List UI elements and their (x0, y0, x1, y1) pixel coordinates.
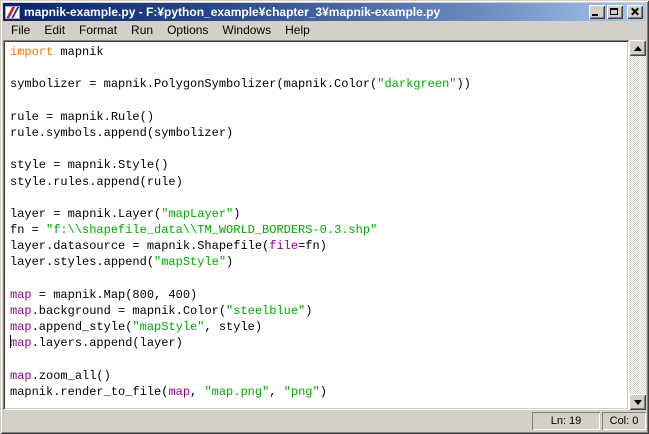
code-token-plain: ) (320, 385, 327, 399)
code-line (10, 141, 629, 157)
menu-item-options[interactable]: Options (160, 21, 215, 40)
code-token-builtin: map (10, 288, 32, 302)
menu-item-windows[interactable]: Windows (215, 21, 278, 40)
status-column-indicator: Col: 0 (602, 412, 646, 430)
code-token-keyword: import (10, 45, 53, 59)
menu-item-run[interactable]: Run (124, 21, 160, 40)
code-token-plain: ) (226, 255, 233, 269)
menu-item-format[interactable]: Format (72, 21, 124, 40)
code-token-plain: fn = (10, 223, 46, 237)
code-line: layer = mapnik.Layer("mapLayer") (10, 206, 629, 222)
code-token-plain: .layers.append(layer) (32, 336, 183, 350)
status-bar: Ln: 19 Col: 0 (3, 410, 646, 431)
code-token-string: "mapStyle" (132, 320, 204, 334)
code-token-plain: .background = mapnik.Color( (32, 304, 226, 318)
code-token-plain: mapnik.render_to_file( (10, 385, 168, 399)
code-token-plain: layer.datasource = mapnik.Shapefile( (10, 239, 269, 253)
code-token-plain: , style) (204, 320, 262, 334)
code-token-builtin: map (10, 369, 32, 383)
code-token-builtin: map (168, 385, 190, 399)
code-line: symbolizer = mapnik.PolygonSymbolizer(ma… (10, 76, 629, 92)
code-token-plain: , (269, 385, 283, 399)
editor-window: mapnik-example.py - F:¥python_example¥ch… (0, 0, 649, 434)
code-token-string: "darkgreen" (377, 77, 456, 91)
code-line (10, 93, 629, 109)
code-line (10, 190, 629, 206)
code-token-plain: rule = mapnik.Rule() (10, 110, 154, 124)
code-token-string: "png" (284, 385, 320, 399)
code-token-builtin: file (269, 239, 298, 253)
code-token-string: "map.png" (204, 385, 269, 399)
code-line: rule = mapnik.Rule() (10, 109, 629, 125)
tk-logo-icon[interactable] (5, 6, 20, 19)
code-token-plain: style.rules.append(rule) (10, 175, 183, 189)
minimize-icon (592, 14, 598, 16)
code-line: import mapnik (10, 44, 629, 60)
code-token-string: "f:\\shapefile_data\\TM_WORLD_BORDERS-0.… (46, 223, 377, 237)
code-line (10, 271, 629, 287)
code-line: style.rules.append(rule) (10, 174, 629, 190)
menu-bar: File Edit Format Run Options Windows Hel… (3, 21, 646, 40)
code-token-plain: mapnik (53, 45, 103, 59)
code-token-plain: style = mapnik.Style() (10, 158, 168, 172)
code-line: map.layers.append(layer) (10, 335, 629, 351)
code-token-builtin: map (10, 336, 32, 350)
code-line: rule.symbols.append(symbolizer) (10, 125, 629, 141)
code-line: style = mapnik.Style() (10, 157, 629, 173)
maximize-icon (610, 8, 618, 15)
triangle-up-icon (634, 46, 642, 51)
scroll-track[interactable] (629, 56, 646, 394)
code-token-plain: = mapnik.Map(800, 400) (32, 288, 198, 302)
maximize-button[interactable] (607, 5, 623, 19)
code-line (10, 352, 629, 368)
status-line-indicator: Ln: 19 (532, 412, 600, 430)
minimize-button[interactable] (589, 5, 605, 19)
code-token-builtin: map (10, 304, 32, 318)
code-line: mapnik.render_to_file(map, "map.png", "p… (10, 384, 629, 400)
title-bar[interactable]: mapnik-example.py - F:¥python_example¥ch… (3, 3, 646, 21)
close-icon (629, 6, 640, 17)
code-line (10, 60, 629, 76)
code-token-string: "steelblue" (226, 304, 305, 318)
window-controls (589, 5, 643, 19)
code-token-plain: layer.styles.append( (10, 255, 154, 269)
code-token-string: "mapStyle" (154, 255, 226, 269)
menu-item-help[interactable]: Help (278, 21, 317, 40)
code-area[interactable]: import mapnik symbolizer = mapnik.Polygo… (3, 40, 629, 410)
code-token-plain: .zoom_all() (32, 369, 111, 383)
code-line: map.zoom_all() (10, 368, 629, 384)
triangle-down-icon (634, 400, 642, 405)
code-token-plain: rule.symbols.append(symbolizer) (10, 126, 233, 140)
code-token-plain: .append_style( (32, 320, 133, 334)
code-line: map.append_style("mapStyle", style) (10, 319, 629, 335)
code-token-plain: symbolizer = mapnik.PolygonSymbolizer(ma… (10, 77, 377, 91)
code-token-plain: =fn) (298, 239, 327, 253)
code-token-builtin: map (10, 320, 32, 334)
code-line: fn = "f:\\shapefile_data\\TM_WORLD_BORDE… (10, 222, 629, 238)
code-token-plain: ) (305, 304, 312, 318)
code-token-plain: layer = mapnik.Layer( (10, 207, 161, 221)
editor-region: import mapnik symbolizer = mapnik.Polygo… (3, 40, 646, 410)
code-token-plain: ) (233, 207, 240, 221)
code-line: map = mapnik.Map(800, 400) (10, 287, 629, 303)
close-button[interactable] (627, 5, 643, 19)
scroll-up-button[interactable] (629, 40, 646, 56)
code-line: layer.datasource = mapnik.Shapefile(file… (10, 238, 629, 254)
window-title: mapnik-example.py - F:¥python_example¥ch… (24, 5, 589, 19)
code-token-string: "mapLayer" (161, 207, 233, 221)
scroll-down-button[interactable] (629, 394, 646, 410)
code-line: layer.styles.append("mapStyle") (10, 254, 629, 270)
vertical-scrollbar[interactable] (629, 40, 646, 410)
code-token-plain: , (190, 385, 204, 399)
menu-item-edit[interactable]: Edit (37, 21, 72, 40)
menu-item-file[interactable]: File (4, 21, 37, 40)
code-token-plain: )) (456, 77, 470, 91)
code-line: map.background = mapnik.Color("steelblue… (10, 303, 629, 319)
